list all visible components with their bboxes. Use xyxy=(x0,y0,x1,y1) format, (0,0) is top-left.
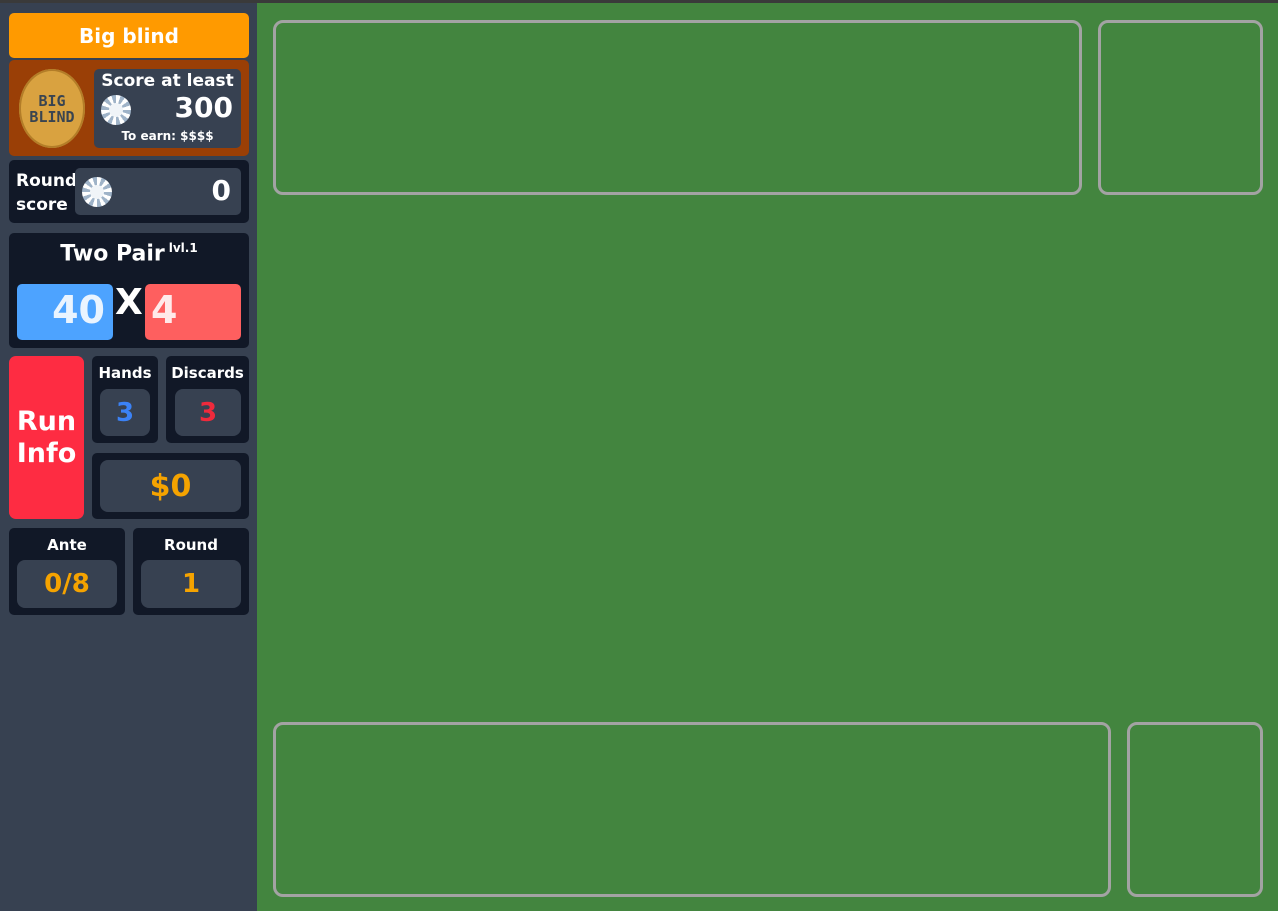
ante-value: 0/8 xyxy=(17,560,117,608)
round-label: Round xyxy=(164,536,218,554)
earn-label: To earn: $$$$ xyxy=(121,129,214,143)
hand-panel: Two Pair lvl.1 40 X 4 xyxy=(9,233,249,348)
score-requirement-box: Score at least 300 To earn: $$$$ xyxy=(94,69,241,148)
round-score-value: 0 xyxy=(211,174,231,207)
deck-area[interactable] xyxy=(1127,722,1263,897)
money-panel: $0 xyxy=(92,453,249,519)
blind-panel: BIG BLIND Score at least 300 To earn: $$… xyxy=(9,60,249,156)
blind-chip-text: BIG BLIND xyxy=(29,91,75,126)
score-target: 300 xyxy=(174,91,233,124)
discards-label: Discards xyxy=(171,364,244,382)
hands-value: 3 xyxy=(100,389,150,436)
round-score-box: 0 xyxy=(75,168,241,215)
round-score-chip-icon xyxy=(82,177,112,207)
discards-panel: Discards 3 xyxy=(166,356,249,443)
round-panel: Round 1 xyxy=(133,528,249,615)
joker-slot-area[interactable] xyxy=(273,20,1082,195)
discards-value: 3 xyxy=(175,389,241,436)
times-sign: X xyxy=(115,282,143,323)
ante-label: Ante xyxy=(47,536,87,554)
run-info-button[interactable]: Run Info xyxy=(9,356,84,519)
round-score-label: Round score xyxy=(16,171,78,215)
hands-panel: Hands 3 xyxy=(92,356,158,443)
hand-card-area[interactable] xyxy=(273,722,1111,897)
hands-label: Hands xyxy=(98,364,152,382)
chips-value: 40 xyxy=(52,288,105,332)
hand-name-text: Two Pair xyxy=(60,241,165,267)
score-chip-icon xyxy=(101,95,131,125)
consumable-slot-area[interactable] xyxy=(1098,20,1263,195)
blind-title: Big blind xyxy=(9,13,249,58)
mult-box: 4 xyxy=(145,284,241,340)
round-score-panel: Round score 0 xyxy=(9,160,249,223)
ante-panel: Ante 0/8 xyxy=(9,528,125,615)
blind-chip-icon: BIG BLIND xyxy=(19,69,85,148)
chips-box: 40 xyxy=(17,284,113,340)
sidebar: Big blind BIG BLIND Score at least 300 T… xyxy=(0,3,257,911)
money-value: $0 xyxy=(100,460,241,512)
score-label: Score at least xyxy=(101,71,234,91)
hand-level: lvl.1 xyxy=(168,241,198,255)
round-value: 1 xyxy=(141,560,241,608)
hand-name: Two Pair lvl.1 xyxy=(9,241,249,266)
mult-value: 4 xyxy=(151,288,178,332)
